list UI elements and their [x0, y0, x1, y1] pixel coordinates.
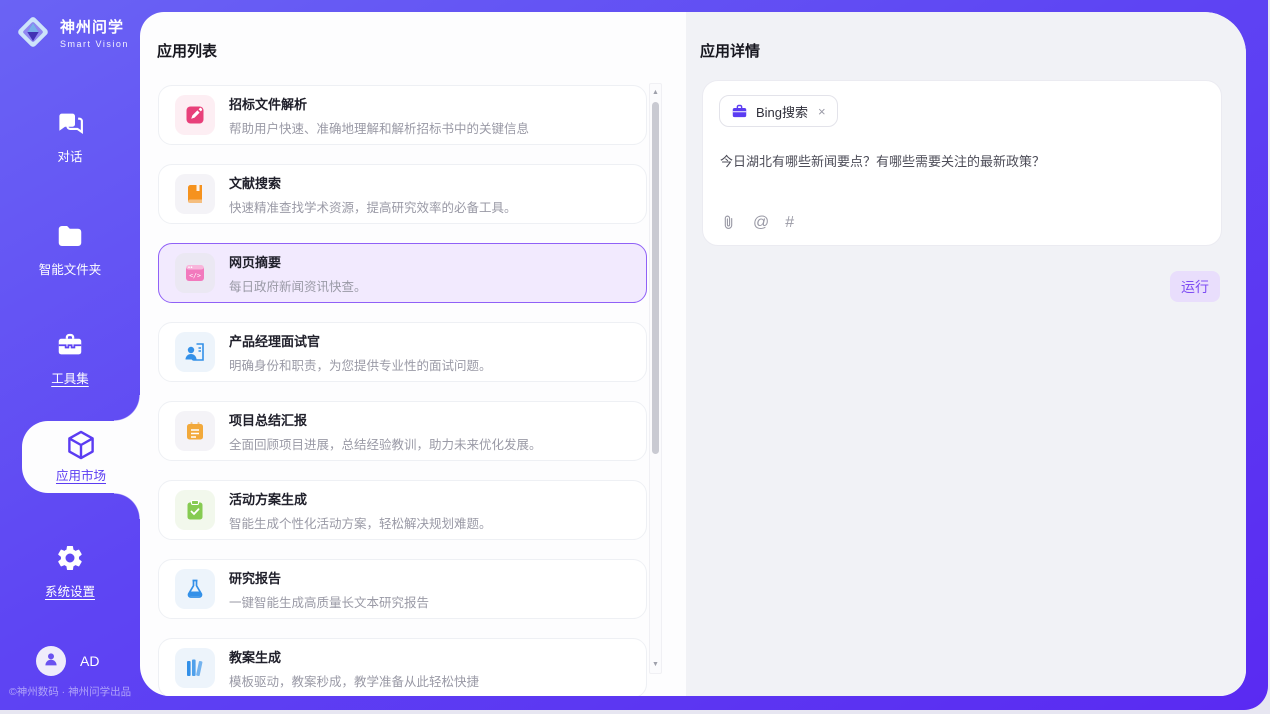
books-icon	[175, 648, 215, 688]
gear-icon	[55, 543, 85, 573]
user-name: AD	[80, 653, 99, 669]
scrollbar[interactable]: ▲ ▼	[649, 83, 662, 674]
at-icon[interactable]: @	[753, 215, 769, 231]
app-card[interactable]: 研究报告 一键智能生成高质量长文本研究报告	[158, 559, 647, 619]
sidebar-item-smart-folder[interactable]: 智能文件夹	[0, 221, 140, 278]
cube-icon	[64, 430, 98, 460]
app-desc: 帮助用户快速、准确地理解和解析招标书中的关键信息	[229, 118, 529, 137]
app-detail-pane: 应用详情 Bing搜索 × 今日湖北有哪些新闻要点？有哪些需要关注的最新政策？ …	[686, 12, 1246, 696]
browser-code-icon: </>	[175, 253, 215, 293]
app-desc: 模板驱动，教案秒成，教学准备从此轻松快捷	[229, 671, 479, 690]
app-card[interactable]: 项目总结汇报 全面回顾项目进展，总结经验教训，助力未来优化发展。	[158, 401, 647, 461]
person-icon	[42, 650, 60, 673]
app-frame: 神州问学 Smart Vision 对话 智能文件夹 工具集 应用市场 系统设置…	[0, 0, 1268, 710]
run-button[interactable]: 运行	[1170, 271, 1220, 302]
app-list-pane: 应用列表 招标文件解析 帮助用户快速、准确地理解和解析招标书中的关键信息 文献搜…	[140, 12, 686, 696]
app-name: 项目总结汇报	[229, 410, 542, 429]
toolbox-icon	[55, 330, 85, 360]
sidebar-item-toolset[interactable]: 工具集	[0, 330, 140, 387]
sidebar-nav: 对话 智能文件夹 工具集 应用市场 系统设置	[0, 0, 140, 710]
interview-icon	[175, 332, 215, 372]
app-name: 活动方案生成	[229, 489, 492, 508]
app-card[interactable]: 招标文件解析 帮助用户快速、准确地理解和解析招标书中的关键信息	[158, 85, 647, 145]
app-name: 网页摘要	[229, 252, 367, 271]
scrollbar-thumb[interactable]	[652, 102, 659, 454]
app-desc: 每日政府新闻资讯快查。	[229, 276, 367, 295]
close-icon[interactable]: ×	[818, 104, 826, 119]
folder-icon	[55, 221, 85, 251]
sidebar-item-app-market[interactable]: 应用市场	[22, 421, 140, 493]
app-card[interactable]: </> 网页摘要 每日政府新闻资讯快查。	[158, 243, 647, 303]
app-name: 招标文件解析	[229, 94, 529, 113]
app-card[interactable]: 文献搜索 快速精准查找学术资源，提高研究效率的必备工具。	[158, 164, 647, 224]
app-desc: 快速精准查找学术资源，提高研究效率的必备工具。	[229, 197, 517, 216]
hash-icon[interactable]: #	[785, 215, 794, 231]
scroll-up-arrow-icon[interactable]: ▲	[650, 89, 661, 96]
sidebar-item-system-settings[interactable]: 系统设置	[0, 543, 140, 600]
composer-toolbar: @ #	[720, 213, 794, 232]
app-name: 研究报告	[229, 568, 429, 587]
app-card-list: 招标文件解析 帮助用户快速、准确地理解和解析招标书中的关键信息 文献搜索 快速精…	[158, 85, 647, 696]
app-card[interactable]: 产品经理面试官 明确身份和职责，为您提供专业性的面试问题。	[158, 322, 647, 382]
chat-icon	[55, 108, 85, 138]
app-card[interactable]: 教案生成 模板驱动，教案秒成，教学准备从此轻松快捷	[158, 638, 647, 696]
book-icon	[175, 174, 215, 214]
scroll-down-arrow-icon[interactable]: ▼	[650, 661, 661, 668]
copyright-footer: ©神州数码 · 神州问学出品	[9, 684, 139, 699]
composer-card: Bing搜索 × 今日湖北有哪些新闻要点？有哪些需要关注的最新政策？ @ #	[702, 80, 1222, 246]
svg-text:</>: </>	[189, 272, 201, 280]
content-panel: 应用列表 招标文件解析 帮助用户快速、准确地理解和解析招标书中的关键信息 文献搜…	[140, 12, 1246, 696]
report-note-icon	[175, 411, 215, 451]
paperclip-icon[interactable]	[720, 213, 737, 232]
sidebar: 神州问学 Smart Vision 对话 智能文件夹 工具集 应用市场 系统设置…	[0, 0, 140, 710]
app-desc: 明确身份和职责，为您提供专业性的面试问题。	[229, 355, 492, 374]
user-row[interactable]: AD	[36, 646, 99, 676]
app-desc: 一键智能生成高质量长文本研究报告	[229, 592, 429, 611]
research-icon	[175, 569, 215, 609]
sidebar-item-chat[interactable]: 对话	[0, 108, 140, 165]
clipboard-check-icon	[175, 490, 215, 530]
app-name: 文献搜索	[229, 173, 517, 192]
app-detail-title: 应用详情	[700, 40, 760, 61]
app-list-title: 应用列表	[157, 40, 217, 61]
app-desc: 全面回顾项目进展，总结经验教训，助力未来优化发展。	[229, 434, 542, 453]
app-name: 教案生成	[229, 647, 479, 666]
app-name: 产品经理面试官	[229, 331, 492, 350]
briefcase-icon	[731, 103, 748, 120]
app-card[interactable]: 活动方案生成 智能生成个性化活动方案，轻松解决规划难题。	[158, 480, 647, 540]
tool-tag-bing-search[interactable]: Bing搜索 ×	[719, 95, 838, 127]
edit-document-icon	[175, 95, 215, 135]
app-desc: 智能生成个性化活动方案，轻松解决规划难题。	[229, 513, 492, 532]
avatar	[36, 646, 66, 676]
tool-tag-label: Bing搜索	[756, 102, 808, 121]
prompt-text[interactable]: 今日湖北有哪些新闻要点？有哪些需要关注的最新政策？	[720, 151, 1205, 170]
